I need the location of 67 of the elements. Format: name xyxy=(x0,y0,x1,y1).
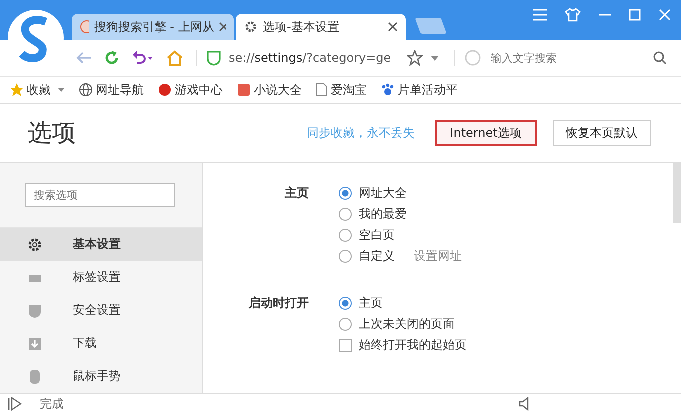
bookmark-item[interactable]: 游戏中心 xyxy=(158,82,223,98)
shirt-icon[interactable] xyxy=(565,8,581,22)
gear-icon xyxy=(27,236,43,252)
speaker-icon[interactable] xyxy=(519,397,531,411)
globe-icon xyxy=(79,83,93,97)
set-url-link[interactable]: 设置网址 xyxy=(414,248,462,265)
radio-button[interactable] xyxy=(339,187,352,200)
option-label: 网址大全 xyxy=(359,185,407,202)
browser-tab[interactable]: 选项-基本设置 xyxy=(236,14,406,40)
sidebar-item[interactable]: 标签设置 xyxy=(0,261,202,294)
close-icon[interactable] xyxy=(388,22,398,32)
sidebar-toggle-icon[interactable] xyxy=(8,397,22,411)
new-tab-button[interactable] xyxy=(415,18,447,34)
sidebar-item[interactable]: 下载 xyxy=(0,327,202,360)
close-icon[interactable] xyxy=(219,22,226,32)
star-icon[interactable] xyxy=(407,50,423,66)
section-label: 启动时打开 xyxy=(248,295,310,312)
radio-button[interactable] xyxy=(339,297,352,310)
option-label: 主页 xyxy=(359,295,383,312)
checkbox[interactable] xyxy=(339,339,352,352)
bookmark-item[interactable]: 收藏 xyxy=(10,82,65,98)
option-label: 上次未关闭的页面 xyxy=(359,316,455,333)
section-label: 主页 xyxy=(284,185,310,202)
undo-icon[interactable] xyxy=(132,50,154,66)
menu-icon[interactable] xyxy=(533,9,547,21)
bookmark-item[interactable]: 网址导航 xyxy=(79,82,144,98)
mouse-icon xyxy=(27,368,43,384)
shield-icon xyxy=(27,302,43,318)
bookmark-item[interactable]: 片单活动平 xyxy=(381,82,458,98)
refresh-icon[interactable] xyxy=(104,50,120,66)
bookmark-item[interactable]: 小说大全 xyxy=(237,82,302,98)
caret-icon[interactable] xyxy=(58,88,65,92)
sidebar-item[interactable]: 基本设置 xyxy=(0,228,202,261)
radio-button[interactable] xyxy=(339,229,352,242)
option-label: 始终打开我的起始页 xyxy=(359,337,467,354)
option-label: 空白页 xyxy=(359,227,395,244)
home-icon[interactable] xyxy=(166,50,184,66)
radio-button[interactable] xyxy=(339,208,352,221)
tab-title: 选项-基本设置 xyxy=(263,18,340,36)
option-label: 我的最爱 xyxy=(359,206,407,223)
scrollbar-thumb[interactable] xyxy=(673,163,681,223)
search-icon[interactable] xyxy=(653,51,667,65)
browser-tab[interactable]: 搜狗搜索引擎 - 上网从 xyxy=(72,14,234,40)
back-icon[interactable] xyxy=(76,51,92,65)
game-icon xyxy=(158,83,172,97)
maximize-icon[interactable] xyxy=(629,9,641,21)
option-label: 自定义 xyxy=(359,248,395,265)
search-field[interactable]: 搜索选项 xyxy=(25,183,175,207)
radio-button[interactable] xyxy=(339,318,352,331)
book-icon xyxy=(237,83,251,97)
shield-icon xyxy=(207,50,221,66)
tab-title: 搜狗搜索引擎 - 上网从 xyxy=(94,18,214,36)
status-text: 完成 xyxy=(40,396,65,412)
sidebar-item[interactable]: 安全设置 xyxy=(0,294,202,327)
option-button[interactable]: Internet选项 xyxy=(435,120,537,146)
bookmark-item[interactable]: 爱淘宝 xyxy=(316,82,367,98)
caret-icon[interactable] xyxy=(431,56,439,60)
star-icon xyxy=(10,83,24,97)
download-icon xyxy=(27,336,43,352)
sidebar-item[interactable]: 鼠标手势 xyxy=(0,360,202,393)
gear-icon xyxy=(244,20,258,34)
page-icon xyxy=(316,83,328,97)
page-title: 选项 xyxy=(28,118,77,149)
address-field[interactable]: se://settings/?category=ge xyxy=(229,51,399,65)
paw-icon xyxy=(381,83,395,97)
radio-button[interactable] xyxy=(339,250,352,263)
option-button[interactable]: 恢复本页默认 xyxy=(553,120,651,146)
